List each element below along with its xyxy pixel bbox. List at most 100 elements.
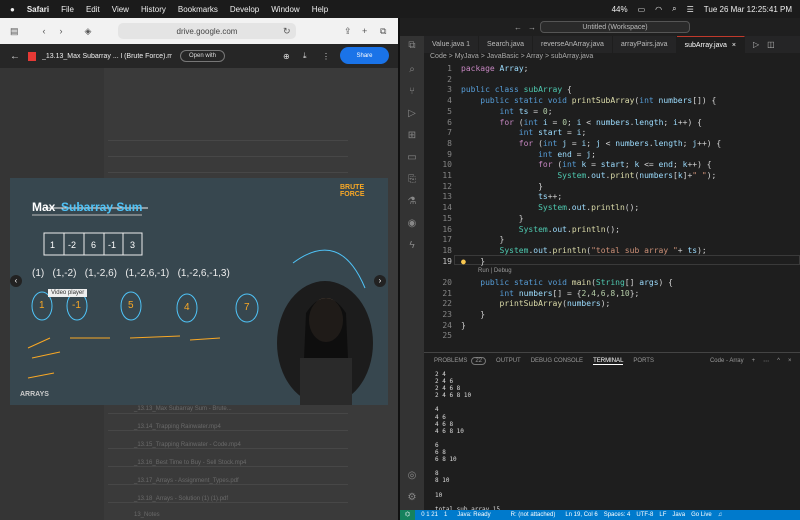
- lightning-icon[interactable]: ϟ: [406, 240, 418, 252]
- download-icon[interactable]: ⤓: [303, 51, 307, 61]
- terminal-selector[interactable]: Code - Array: [710, 358, 744, 364]
- menu-help[interactable]: Help: [312, 5, 328, 14]
- debug-attach-status[interactable]: R: (not attached): [511, 512, 556, 518]
- address-bar[interactable]: drive.google.com: [118, 23, 296, 39]
- menu-bookmarks[interactable]: Bookmarks: [178, 5, 218, 14]
- manage-gear-icon[interactable]: ⚙: [406, 492, 418, 504]
- tab-problems[interactable]: PROBLEMS: [434, 358, 467, 364]
- menu-window[interactable]: Window: [271, 5, 299, 14]
- list-item[interactable]: 13_Notes: [134, 512, 160, 518]
- list-item[interactable]: _13.17_Arrays - Assignment_Types.pdf: [134, 478, 239, 484]
- list-item[interactable]: _13.14_Trapping Rainwater.mp4: [134, 424, 221, 430]
- breadcrumb[interactable]: Code > MyJava > JavaBasic > Array > subA…: [430, 53, 593, 63]
- remote-explorer-icon[interactable]: ▭: [406, 152, 418, 164]
- problems-status[interactable]: 0 1 21: [421, 512, 438, 518]
- copy-icon[interactable]: ⎘: [406, 174, 418, 186]
- maximize-icon[interactable]: ^: [777, 358, 780, 364]
- menu-develop[interactable]: Develop: [230, 5, 259, 14]
- nav-back-icon[interactable]: ←: [514, 23, 522, 32]
- search-icon[interactable]: ⌕: [672, 4, 676, 14]
- list-item[interactable]: _13.18_Arrays - Solution (1) (1).pdf: [134, 496, 228, 502]
- eol[interactable]: LF: [659, 512, 666, 518]
- testing-icon[interactable]: ⚗: [406, 196, 418, 208]
- code-editor[interactable]: 1 2 3 4 5 6 7 8 9 10 11 12 13 14 15 16 17 18 19 20 21 22 23 24 2…: [424, 63, 800, 348]
- tab-subarray-java[interactable]: subArray.java ×: [676, 36, 745, 53]
- java-status[interactable]: Java: Ready: [457, 512, 490, 518]
- open-with-button[interactable]: Open with: [180, 50, 226, 62]
- list-item[interactable]: _13.16_Best Time to Buy - Sell Stock.mp4: [134, 460, 246, 466]
- reload-icon[interactable]: ↻: [283, 26, 291, 37]
- file-title: _13.13_Max Subarray ... l (Brute Force).…: [42, 52, 172, 60]
- line-number: 19: [442, 256, 452, 266]
- forward-icon[interactable]: ›: [60, 26, 63, 36]
- remote-icon[interactable]: ⌬: [400, 510, 416, 520]
- next-icon[interactable]: ›: [374, 275, 386, 287]
- encoding[interactable]: UTF-8: [636, 512, 653, 518]
- add-terminal-icon[interactable]: +: [752, 358, 756, 364]
- sidebar-icon[interactable]: ▤: [10, 26, 19, 37]
- back-icon[interactable]: ‹: [43, 26, 46, 36]
- code-line: int start = i;: [518, 128, 587, 138]
- nav-forward-icon[interactable]: →: [528, 23, 536, 32]
- codelens-run-debug[interactable]: Run | Debug: [478, 268, 512, 274]
- terminal-output[interactable]: 2 42 4 62 4 6 82 4 6 8 10 4 4 64 6 84 6 8 …: [435, 371, 569, 520]
- menu-history[interactable]: History: [141, 5, 166, 14]
- back-arrow-icon[interactable]: ←: [10, 51, 20, 62]
- tab-output[interactable]: OUTPUT: [496, 358, 521, 364]
- tab-ports[interactable]: PORTS: [633, 358, 654, 364]
- video-player[interactable]: Max Subarray Sum BRUTE FORCE 1 -2 6 -1 3…: [10, 178, 388, 405]
- activity-bar: ⧉ ⌕ ⑂ ▷ ⊞ ▭ ⎘ ⚗ ◉ ϟ ◎ ⚙: [400, 36, 424, 520]
- list-item[interactable]: _13.13_Max Subarray Sum - Brute...: [134, 406, 232, 412]
- line-number: 25: [442, 331, 452, 341]
- indentation[interactable]: Spaces: 4: [604, 512, 631, 518]
- more-icon[interactable]: ⋯: [763, 358, 769, 365]
- tab-value-java[interactable]: Value.java 1: [424, 36, 480, 53]
- go-live[interactable]: Go Live: [691, 512, 712, 518]
- source-control-icon[interactable]: ⑂: [406, 86, 418, 98]
- wifi-icon[interactable]: ◠: [655, 5, 662, 14]
- code-line: printSubArray(numbers);: [499, 299, 611, 309]
- terminal-line: 4 6 8 10: [435, 427, 464, 435]
- array-cell: 1: [50, 240, 56, 250]
- account-icon[interactable]: ◎: [406, 470, 418, 482]
- search-icon[interactable]: ⌕: [406, 64, 418, 76]
- apple-icon[interactable]: ●: [10, 5, 15, 14]
- line-number: 13: [442, 192, 452, 202]
- menu-file[interactable]: File: [61, 5, 74, 14]
- battery-icon[interactable]: ▭: [638, 5, 646, 14]
- menu-view[interactable]: View: [112, 5, 129, 14]
- tab-search-java[interactable]: Search.java: [479, 36, 533, 53]
- control-center-icon[interactable]: ☰: [687, 5, 694, 14]
- warning-count[interactable]: 1: [444, 512, 447, 518]
- run-icon[interactable]: ▷: [753, 36, 759, 53]
- line-number: 16: [442, 224, 452, 234]
- cursor-position[interactable]: Ln 19, Col 6: [565, 512, 597, 518]
- tab-debug-console[interactable]: DEBUG CONSOLE: [531, 358, 583, 364]
- github-icon[interactable]: ◉: [406, 218, 418, 230]
- new-tab-icon[interactable]: +: [362, 26, 367, 36]
- notifications-icon[interactable]: ♫: [718, 512, 723, 518]
- menu-edit[interactable]: Edit: [86, 5, 100, 14]
- menu-app-name[interactable]: Safari: [27, 5, 49, 14]
- tab-reverse-java[interactable]: reverseAnArray.java: [533, 36, 613, 53]
- share-icon[interactable]: ⇪: [344, 26, 352, 37]
- extensions-icon[interactable]: ⊞: [406, 130, 418, 142]
- explorer-icon[interactable]: ⧉: [406, 40, 418, 52]
- share-button[interactable]: Share: [340, 47, 389, 64]
- tab-terminal[interactable]: TERMINAL: [593, 358, 624, 365]
- tab-arraypairs-java[interactable]: arrayPairs.java: [613, 36, 677, 53]
- language-mode[interactable]: Java: [672, 512, 685, 518]
- close-icon[interactable]: ×: [732, 42, 736, 49]
- array-cell: -1: [108, 240, 117, 250]
- tab-overview-icon[interactable]: ⧉: [380, 26, 386, 37]
- split-editor-icon[interactable]: ◫: [767, 36, 775, 53]
- close-icon[interactable]: ×: [788, 358, 792, 364]
- problems-count-badge: 22: [471, 357, 487, 365]
- clock[interactable]: Tue 26 Mar 12:25:41 PM: [704, 5, 792, 14]
- list-item[interactable]: _13.15_Trapping Rainwater - Code.mp4: [134, 442, 241, 448]
- prev-icon[interactable]: ‹: [10, 275, 22, 287]
- more-icon[interactable]: ⋮: [322, 52, 330, 61]
- add-shortcut-icon[interactable]: ⊕: [283, 52, 290, 61]
- run-debug-icon[interactable]: ▷: [406, 108, 418, 120]
- command-center[interactable]: Untitled (Workspace): [540, 21, 690, 33]
